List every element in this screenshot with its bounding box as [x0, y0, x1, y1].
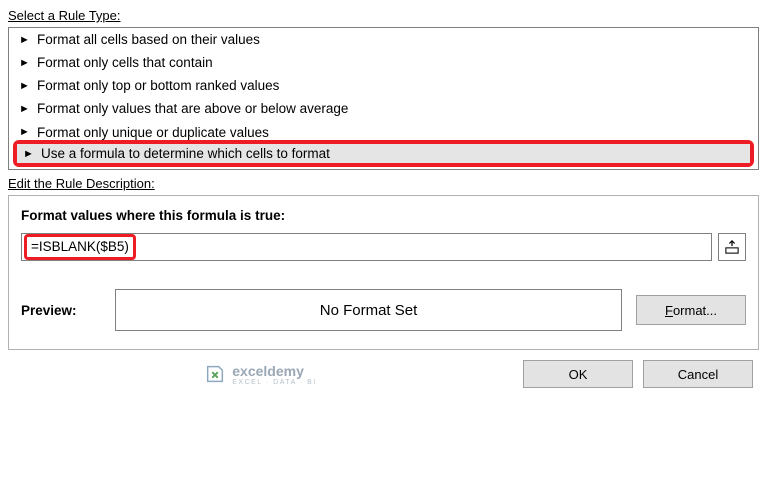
rule-type-item[interactable]: ► Format only unique or duplicate values [9, 120, 758, 140]
rule-type-text: Format only top or bottom ranked values [37, 78, 279, 93]
bullet-icon: ► [19, 126, 33, 138]
rule-type-item-selected[interactable]: ► Use a formula to determine which cells… [17, 144, 750, 163]
highlight-box: ► Use a formula to determine which cells… [13, 140, 754, 167]
dialog-button-row: exceldemy EXCEL · DATA · BI OK Cancel [8, 360, 759, 388]
rule-type-text: Format only values that are above or bel… [37, 101, 348, 116]
bullet-icon: ► [19, 57, 33, 69]
rule-type-text: Format only cells that contain [37, 55, 213, 70]
rule-type-text: Use a formula to determine which cells t… [41, 146, 330, 161]
watermark-brand: exceldemy [232, 363, 304, 379]
format-button-label: Format... [665, 303, 717, 318]
edit-rule-description-panel: Format values where this formula is true… [8, 195, 759, 350]
rule-type-item[interactable]: ► Format only cells that contain [9, 51, 758, 74]
select-rule-type-label: Select a Rule Type: [8, 8, 759, 23]
rule-type-item[interactable]: ► Format all cells based on their values [9, 28, 758, 51]
format-button[interactable]: Format... [636, 295, 746, 325]
rule-type-list: ► Format all cells based on their values… [8, 27, 759, 170]
rule-type-item[interactable]: ► Format only top or bottom ranked value… [9, 74, 758, 97]
formula-value-highlight: =ISBLANK($B5) [24, 234, 136, 260]
rule-type-text: Format only unique or duplicate values [37, 125, 269, 140]
preview-box: No Format Set [115, 289, 622, 331]
cancel-button[interactable]: Cancel [643, 360, 753, 388]
bullet-icon: ► [19, 34, 33, 46]
watermark-tag: EXCEL · DATA · BI [232, 379, 317, 386]
bullet-icon: ► [19, 80, 33, 92]
bullet-icon: ► [19, 103, 33, 115]
rule-type-item[interactable]: ► Format only values that are above or b… [9, 97, 758, 120]
collapse-dialog-button[interactable] [718, 233, 746, 261]
range-selector-icon [725, 240, 739, 254]
logo-icon [204, 363, 226, 385]
edit-rule-description-label: Edit the Rule Description: [8, 176, 759, 191]
ok-button[interactable]: OK [523, 360, 633, 388]
watermark: exceldemy EXCEL · DATA · BI [8, 363, 513, 386]
preview-label: Preview: [21, 303, 101, 318]
formula-true-label: Format values where this formula is true… [21, 208, 746, 223]
formula-input[interactable]: =ISBLANK($B5) [21, 233, 712, 261]
rule-type-text: Format all cells based on their values [37, 32, 260, 47]
bullet-icon: ► [23, 148, 37, 160]
